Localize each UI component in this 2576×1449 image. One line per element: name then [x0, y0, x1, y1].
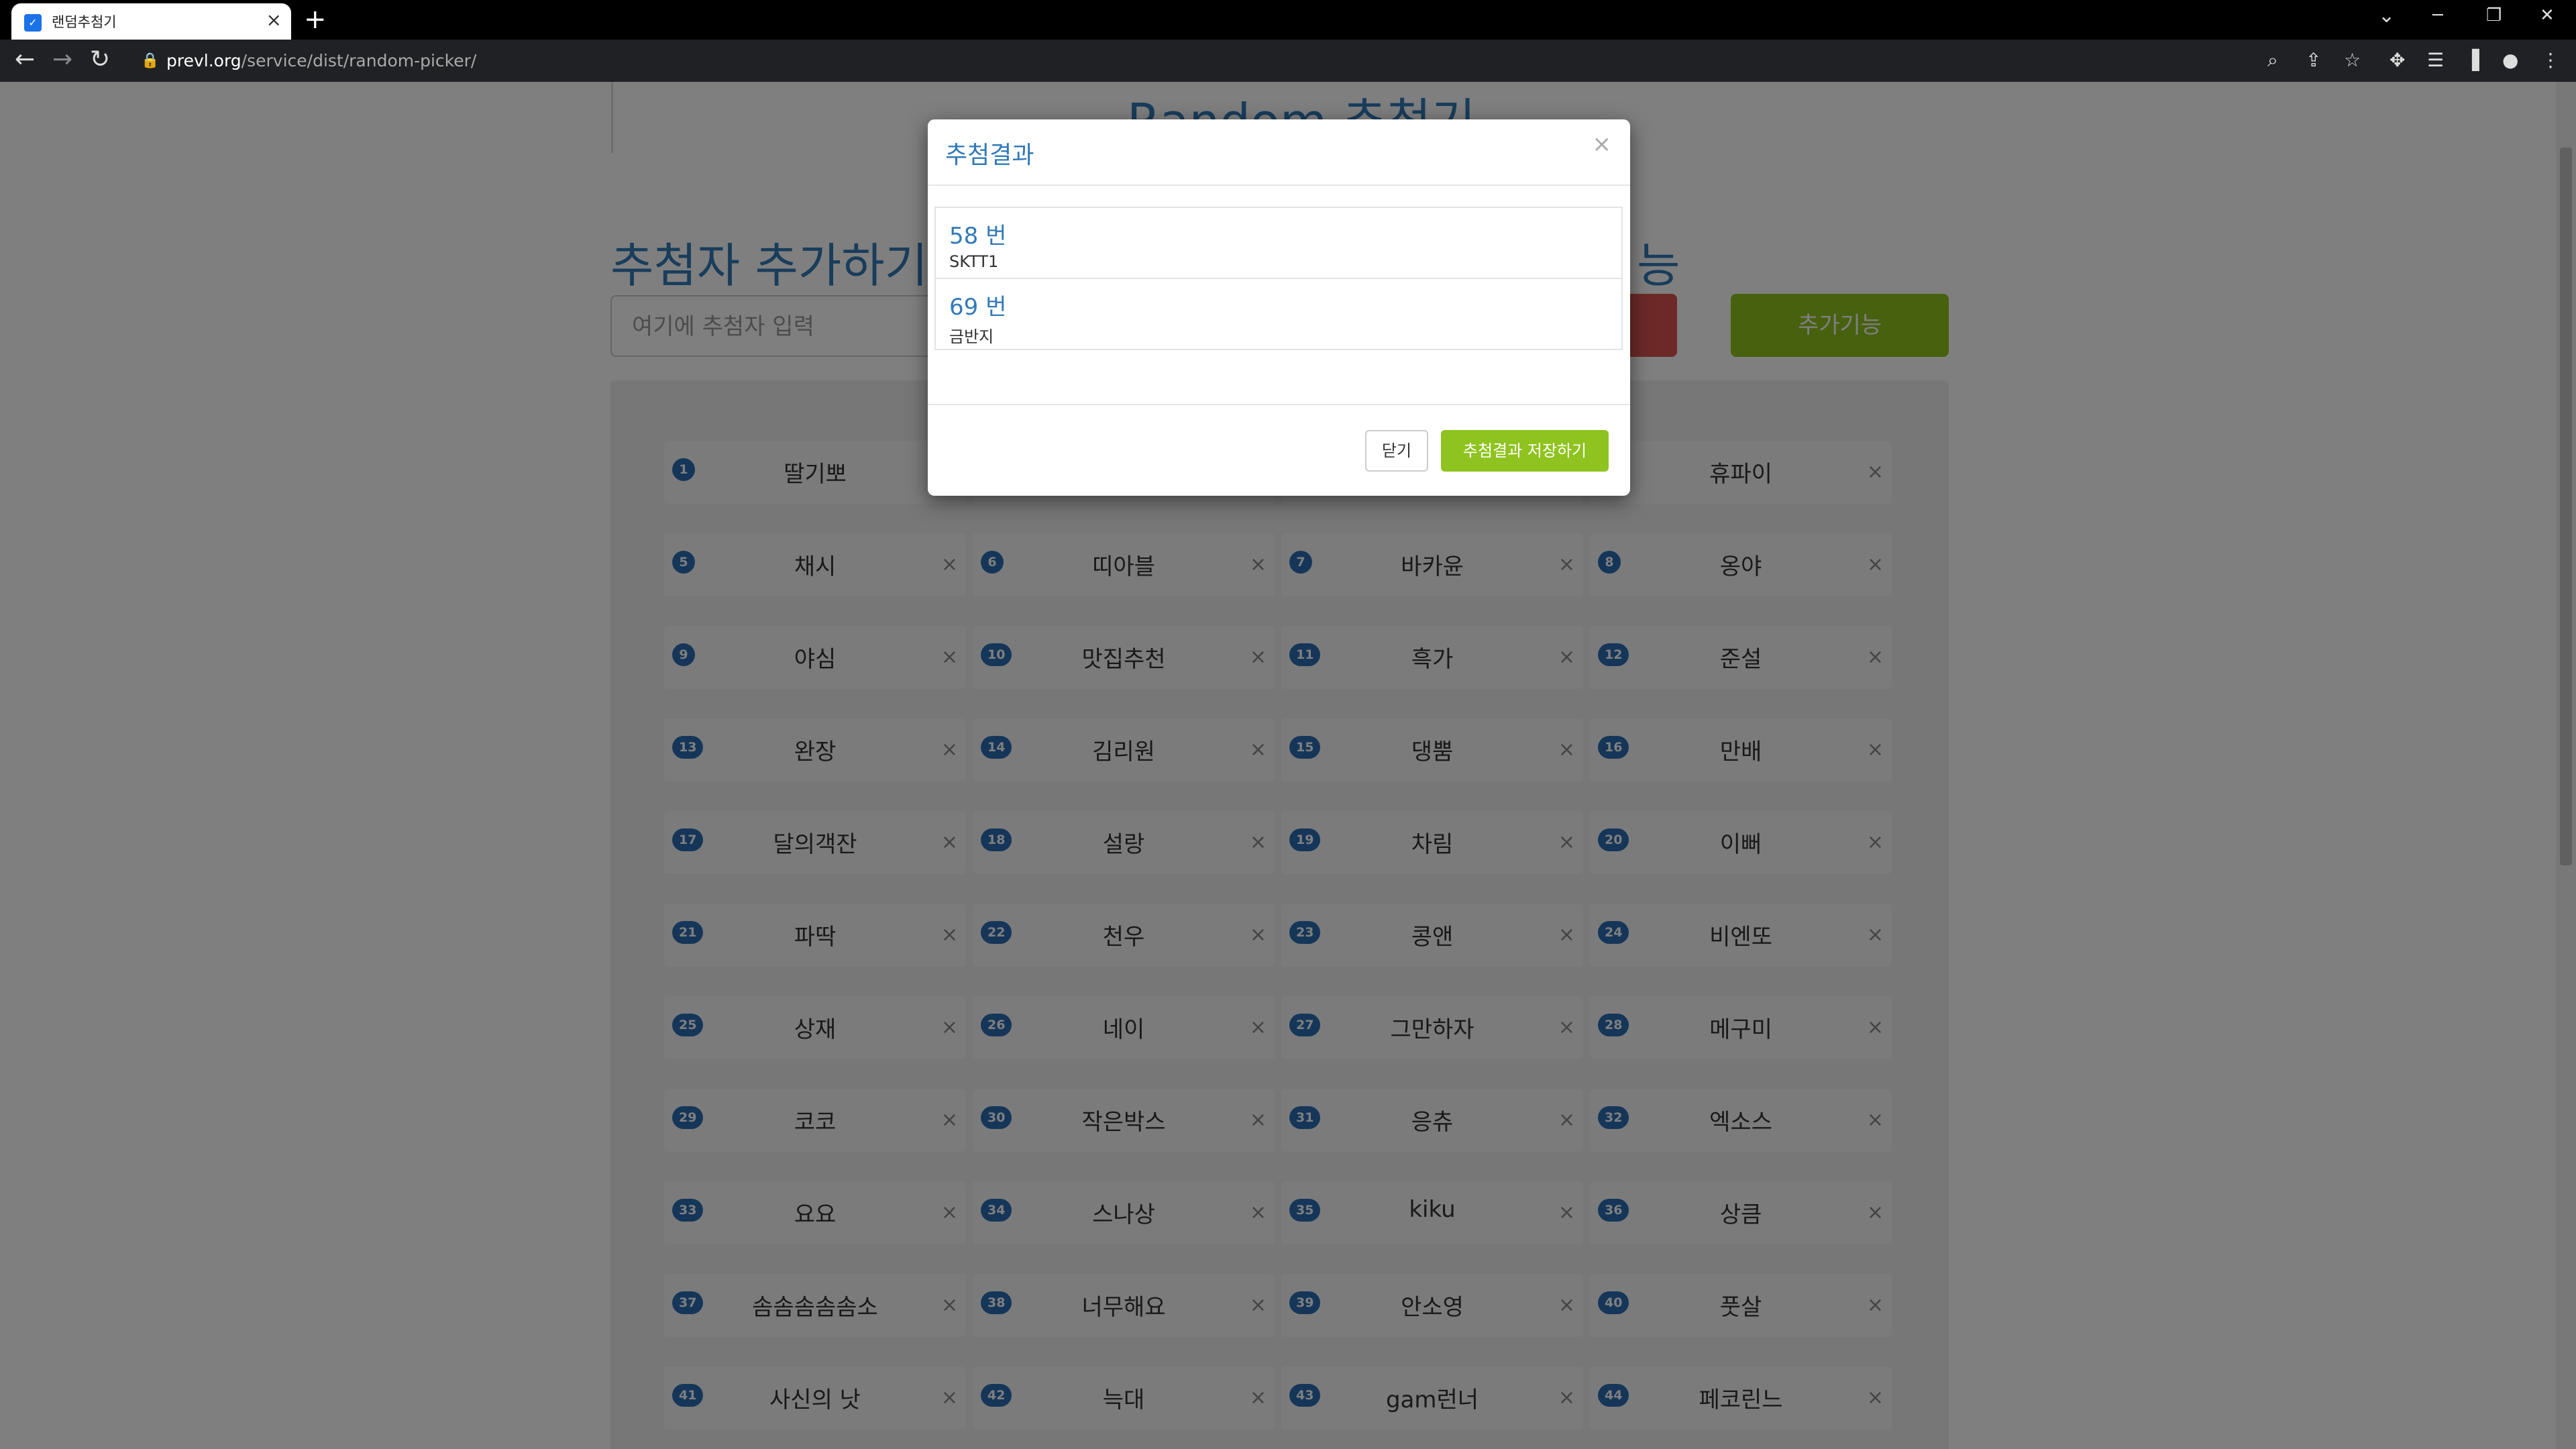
star-icon[interactable]: ☆ — [2344, 47, 2361, 74]
restore-icon[interactable]: ❐ — [2486, 5, 2502, 25]
modal-footer: 닫기 추첨결과 저장하기 — [928, 404, 1630, 497]
forward-icon[interactable]: → — [52, 46, 72, 73]
reload-icon[interactable]: ↻ — [90, 46, 110, 73]
result-number: 58 번 — [949, 223, 1007, 250]
site-favicon-icon: ✓ — [24, 14, 42, 32]
result-number: 69 번 — [949, 294, 1007, 321]
result-list: 58 번 SKTT1 69 번 금반지 — [934, 207, 1623, 350]
save-results-button[interactable]: 추첨결과 저장하기 — [1441, 430, 1609, 472]
share-icon[interactable]: ⇪ — [2306, 47, 2321, 74]
modal-close-icon[interactable]: × — [1593, 133, 1612, 156]
browser-tab-strip: ✓ 랜덤추첨기 × + ⌄ ─ ❐ ✕ — [0, 0, 2576, 40]
result-name: 금반지 — [949, 327, 994, 346]
modal-header: 추첨결과 × — [928, 119, 1630, 186]
tab-close-icon[interactable]: × — [266, 10, 282, 30]
extensions-icon[interactable]: ✥ — [2390, 47, 2405, 74]
window-close-icon[interactable]: ✕ — [2540, 5, 2555, 25]
close-button[interactable]: 닫기 — [1365, 430, 1428, 472]
profile-icon[interactable]: ● — [2502, 47, 2518, 74]
side-panel-icon[interactable]: ▐ — [2465, 47, 2479, 74]
address-url: prevl.org/service/dist/random-picker/ — [166, 51, 477, 70]
back-icon[interactable]: ← — [15, 46, 35, 73]
minimize-icon[interactable]: ─ — [2432, 5, 2443, 25]
address-bar[interactable]: 🔒 prevl.org/service/dist/random-picker/ — [131, 47, 2224, 76]
reading-list-icon[interactable]: ☰ — [2427, 47, 2444, 74]
new-tab-button[interactable]: + — [304, 5, 327, 34]
browser-tab[interactable]: ✓ 랜덤추첨기 × — [11, 3, 291, 40]
menu-icon[interactable]: ⋮ — [2541, 47, 2560, 74]
tab-search-icon[interactable]: ⌄ — [2378, 4, 2395, 28]
lock-icon: 🔒 — [141, 52, 160, 69]
tab-title: 랜덤추첨기 — [52, 14, 117, 30]
modal-title: 추첨결과 — [945, 142, 1034, 169]
search-icon[interactable]: ⌕ — [2267, 47, 2278, 74]
result-item: 58 번 SKTT1 — [934, 207, 1623, 279]
result-item: 69 번 금반지 — [934, 278, 1623, 350]
result-modal: 추첨결과 × 58 번 SKTT1 69 번 금반지 닫기 추첨결과 저장하기 — [928, 119, 1630, 496]
result-name: SKTT1 — [949, 252, 999, 271]
